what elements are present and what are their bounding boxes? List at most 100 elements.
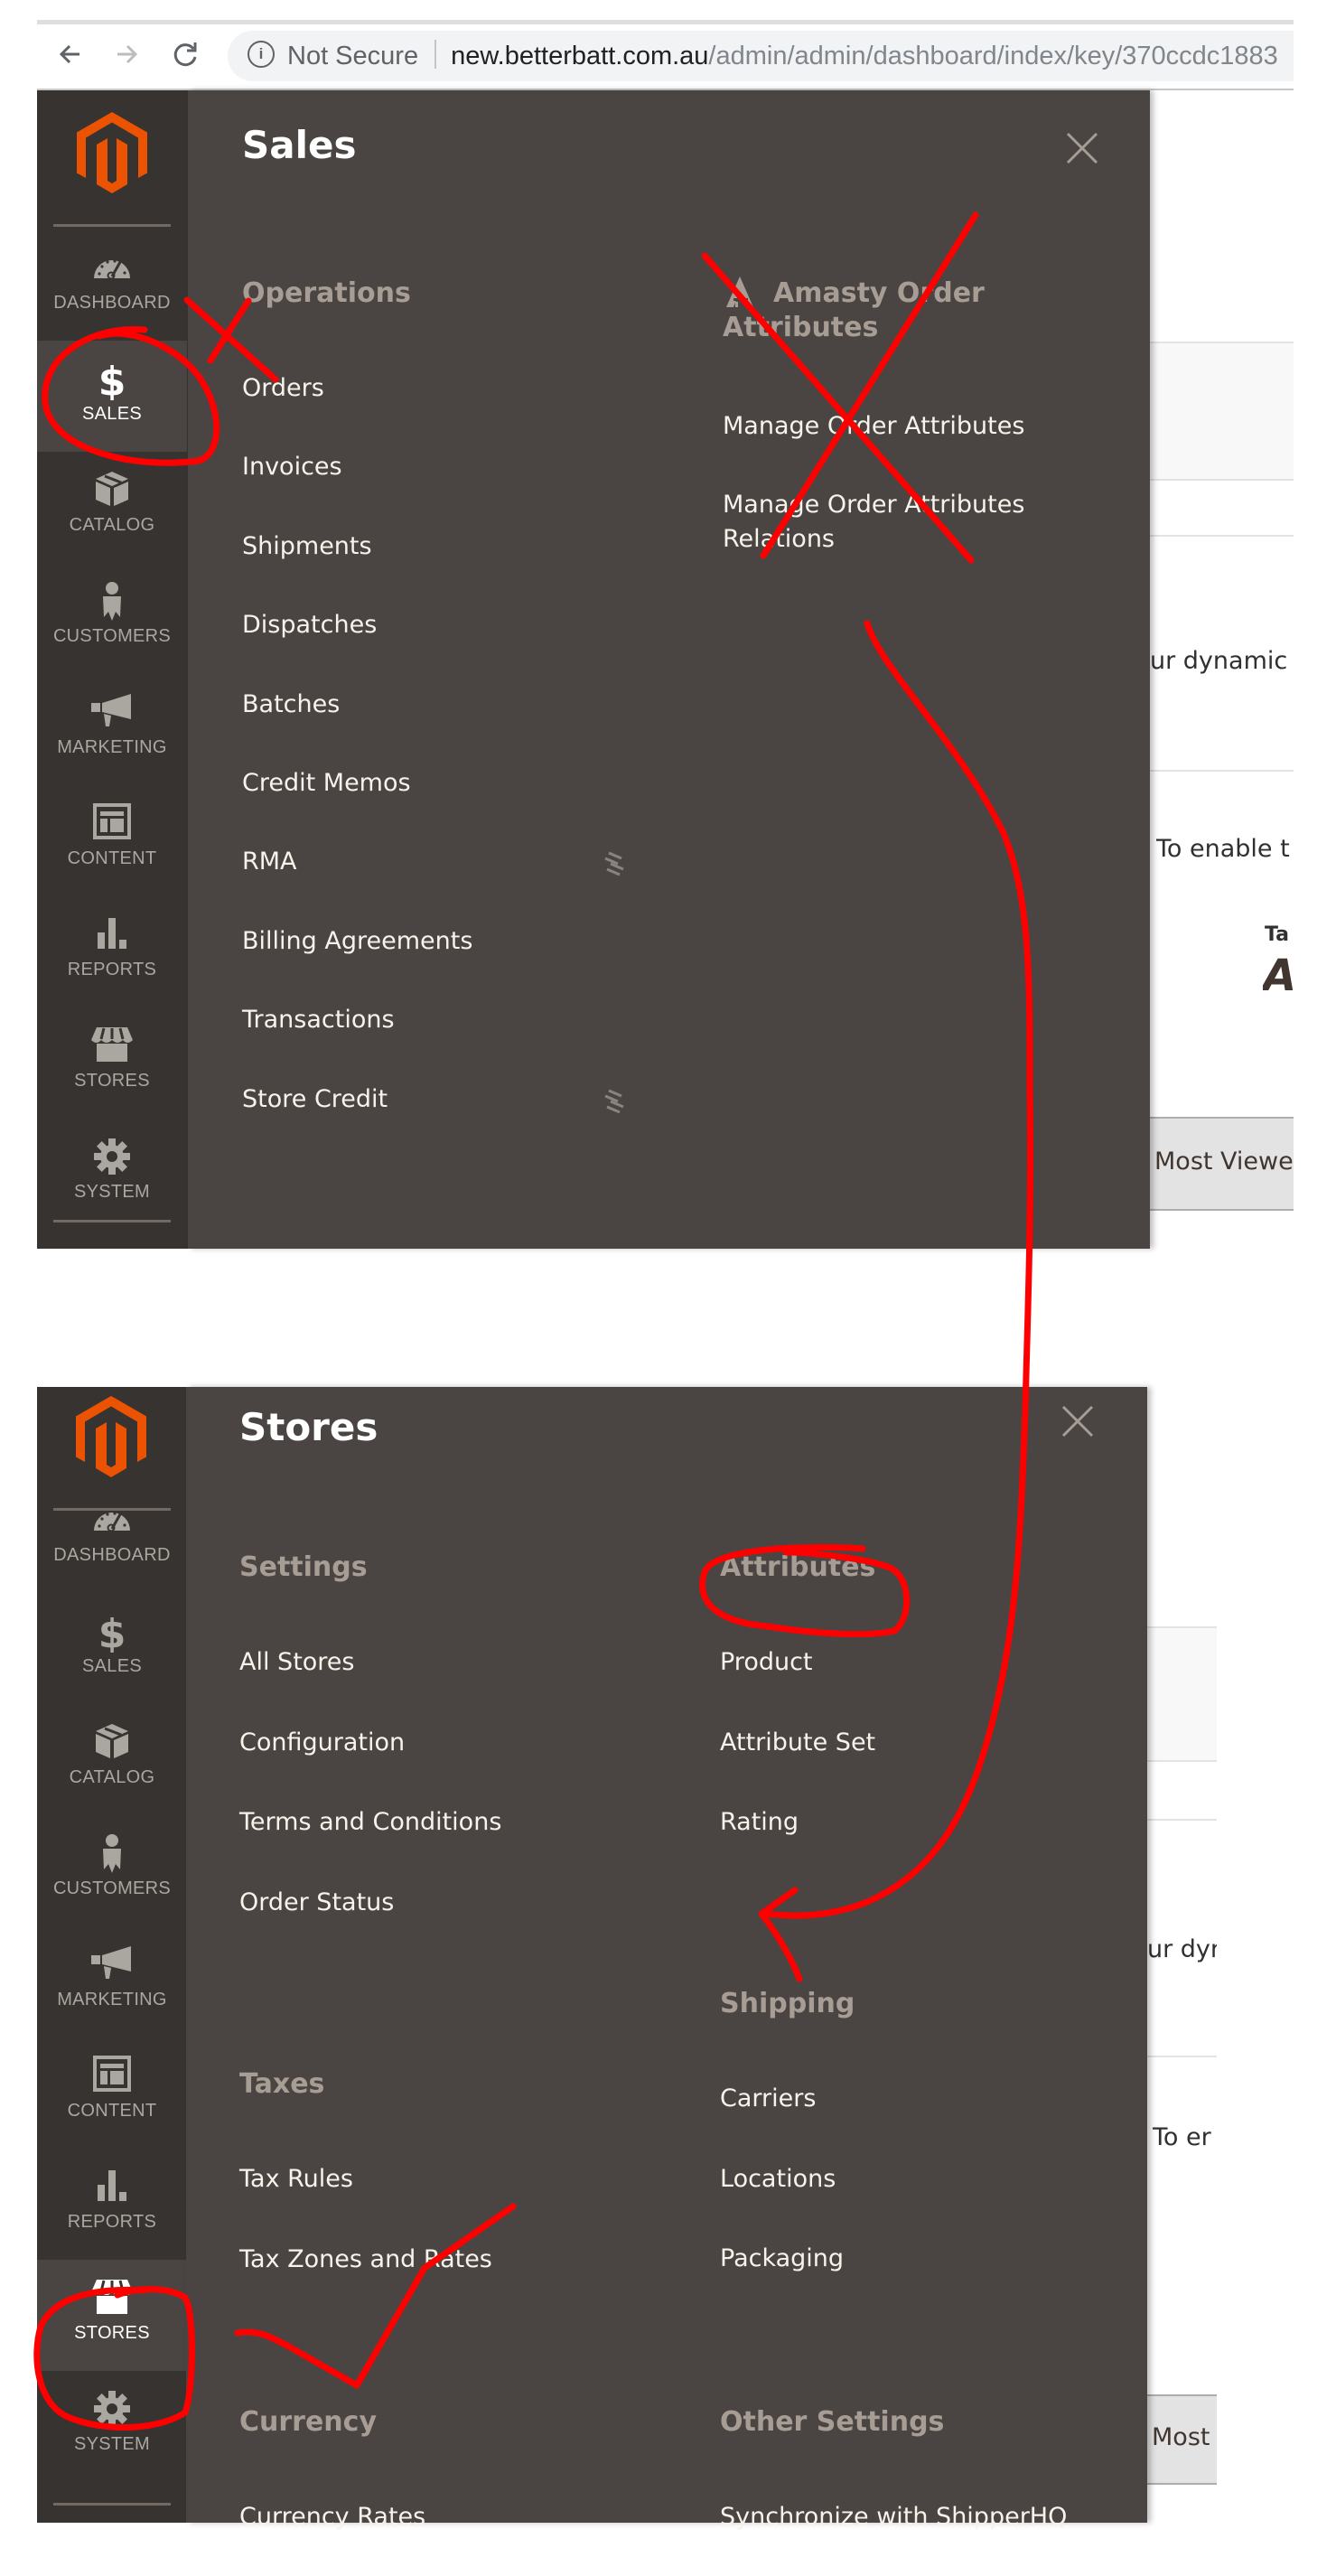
- other-settings-heading: Other Settings: [720, 2406, 945, 2438]
- sidebar-item-label: SYSTEM: [73, 1182, 151, 1202]
- menu-link-transactions[interactable]: Transactions: [242, 1003, 395, 1037]
- bg-divider: [1150, 342, 1294, 343]
- box-icon: [37, 1722, 187, 1764]
- svg-text:$: $: [98, 1611, 126, 1653]
- bg-enable-text: To er: [1153, 2123, 1211, 2151]
- menu-link-orders[interactable]: Orders: [242, 371, 324, 406]
- forward-button[interactable]: [110, 38, 143, 70]
- menu-link-attribute-set[interactable]: Attribute Set: [720, 1726, 875, 1760]
- sidebar-item-marketing[interactable]: MARKETING: [37, 674, 187, 785]
- sidebar-item-label: CATALOG: [69, 515, 155, 535]
- person-icon: [37, 1833, 187, 1875]
- bg-gray-band: [1150, 342, 1294, 479]
- menu-link-batches[interactable]: Batches: [242, 688, 340, 722]
- gear-icon: [37, 1137, 187, 1178]
- menu-link-packaging[interactable]: Packaging: [720, 2242, 844, 2276]
- bg-divider: [1150, 535, 1294, 537]
- sidebar-item-system[interactable]: SYSTEM: [37, 1119, 187, 1230]
- sidebar-item-catalog[interactable]: CATALOG: [37, 452, 187, 563]
- sidebar-item-label: CATALOG: [69, 1767, 155, 1787]
- storefront-icon: [37, 2278, 187, 2319]
- amasty-heading: Amasty Order Attributes: [723, 277, 985, 343]
- sidebar-item-label: CUSTOMERS: [52, 626, 172, 646]
- menu-link-product[interactable]: Product: [720, 1645, 813, 1680]
- storefront-icon: [37, 1026, 187, 1067]
- sidebar-divider: [53, 2503, 171, 2506]
- sidebar-item-customers[interactable]: CUSTOMERS: [37, 1815, 187, 1926]
- sidebar-item-customers[interactable]: CUSTOMERS: [37, 563, 187, 674]
- megaphone-icon: [37, 692, 187, 734]
- person-icon: [37, 581, 187, 623]
- menu-link-configuration[interactable]: Configuration: [239, 1726, 405, 1760]
- sidebar-item-reports[interactable]: REPORTS: [37, 896, 187, 1007]
- magento-logo-icon[interactable]: [76, 1396, 146, 1477]
- reload-button[interactable]: [169, 38, 201, 70]
- sidebar-item-reports[interactable]: REPORTS: [37, 2149, 187, 2260]
- bg-tab-most[interactable]: Most: [1152, 2423, 1217, 2451]
- sidebar-divider: [53, 224, 171, 227]
- menu-link-order-status[interactable]: Order Status: [239, 1886, 394, 1920]
- sidebar-item-stores[interactable]: STORES: [37, 1007, 187, 1119]
- sidebar-item-label: DASHBOARD: [53, 1545, 171, 1565]
- operations-heading: Operations: [242, 277, 411, 309]
- info-icon[interactable]: i: [248, 41, 275, 69]
- arrow-right-icon: [117, 44, 138, 64]
- address-bar[interactable]: i Not Secure new.betterbatt.com.au/admin/a…: [228, 31, 1294, 81]
- bg-enable-text: To enable t: [1156, 835, 1290, 863]
- sidebar-item-dashboard[interactable]: DASHBOARD: [37, 1482, 187, 1593]
- close-icon[interactable]: [1060, 1403, 1096, 1439]
- menu-link-rma[interactable]: RMA: [242, 845, 297, 879]
- menu-link-tax-rules[interactable]: Tax Rules: [239, 2162, 353, 2197]
- menu-link-dispatches[interactable]: Dispatches: [242, 608, 377, 642]
- magento-logo-icon[interactable]: [77, 112, 147, 193]
- menu-link-locations[interactable]: Locations: [720, 2162, 836, 2197]
- layout-icon: [37, 803, 187, 845]
- sidebar-item-content[interactable]: CONTENT: [37, 785, 187, 896]
- menu-link-currency-rates[interactable]: Currency Rates: [239, 2500, 425, 2534]
- sales-menu-title: Sales: [242, 123, 357, 167]
- menu-link-carriers[interactable]: Carriers: [720, 2082, 816, 2116]
- megaphone-icon: [37, 1944, 187, 1986]
- bg-dynamic-text: ur dyr: [1147, 1935, 1217, 1963]
- menu-link-manage-order-attributes[interactable]: Manage Order Attributes: [723, 409, 1024, 444]
- enterprise-icon: [604, 851, 624, 876]
- sidebar-item-content[interactable]: CONTENT: [37, 2037, 187, 2149]
- menu-link-invoices[interactable]: Invoices: [242, 450, 342, 484]
- attributes-heading: Attributes: [720, 1551, 876, 1583]
- sidebar-item-label: STORES: [74, 1071, 150, 1091]
- sidebar-item-dashboard[interactable]: DASHBOARD: [37, 229, 187, 341]
- bg-tab-most-viewed[interactable]: Most Viewe: [1154, 1147, 1294, 1176]
- menu-link-terms-and-conditions[interactable]: Terms and Conditions: [239, 1805, 501, 1840]
- sidebar-item-stores[interactable]: STORES: [37, 2260, 187, 2371]
- sales-menu-panel: [188, 90, 1150, 1249]
- back-button[interactable]: [54, 38, 87, 70]
- menu-link-tax-zones-and-rates[interactable]: Tax Zones and Rates: [239, 2243, 492, 2277]
- close-icon[interactable]: [1064, 130, 1100, 166]
- sidebar-item-marketing[interactable]: MARKETING: [37, 1926, 187, 2037]
- sidebar-item-label: MARKETING: [57, 737, 167, 757]
- sidebar-item-label: REPORTS: [67, 960, 157, 979]
- menu-link-store-credit[interactable]: Store Credit: [242, 1082, 388, 1117]
- menu-link-rating[interactable]: Rating: [720, 1805, 799, 1840]
- enterprise-icon: [604, 1089, 624, 1114]
- menu-link-synchronize-with-shipperhq[interactable]: Synchronize with ShipperHQ: [720, 2500, 1067, 2534]
- security-label: Not Secure: [287, 42, 419, 70]
- bg-divider: [1150, 770, 1294, 772]
- menu-link-credit-memos[interactable]: Credit Memos: [242, 766, 411, 801]
- menu-link-all-stores[interactable]: All Stores: [239, 1645, 355, 1680]
- sidebar-item-catalog[interactable]: CATALOG: [37, 1704, 187, 1815]
- sidebar-item-sales[interactable]: $ SALES: [37, 341, 187, 452]
- address-separator: [434, 40, 437, 70]
- sidebar-item-label: SALES: [82, 1656, 142, 1676]
- sidebar-item-sales[interactable]: $ SALES: [37, 1593, 187, 1704]
- sidebar-item-label: REPORTS: [67, 2212, 157, 2232]
- bg-divider: [1147, 1626, 1217, 1628]
- box-icon: [37, 470, 187, 511]
- menu-link-manage-order-attributes-relations[interactable]: Manage Order Attributes Relations: [723, 488, 1048, 557]
- sidebar-item-label: CUSTOMERS: [52, 1878, 172, 1898]
- sidebar-item-system[interactable]: SYSTEM: [37, 2371, 187, 2482]
- bg-label-big: A: [1263, 951, 1294, 1001]
- menu-link-shipments[interactable]: Shipments: [242, 529, 372, 564]
- dashboard-gauge-icon: [37, 248, 187, 289]
- menu-link-billing-agreements[interactable]: Billing Agreements: [242, 924, 472, 959]
